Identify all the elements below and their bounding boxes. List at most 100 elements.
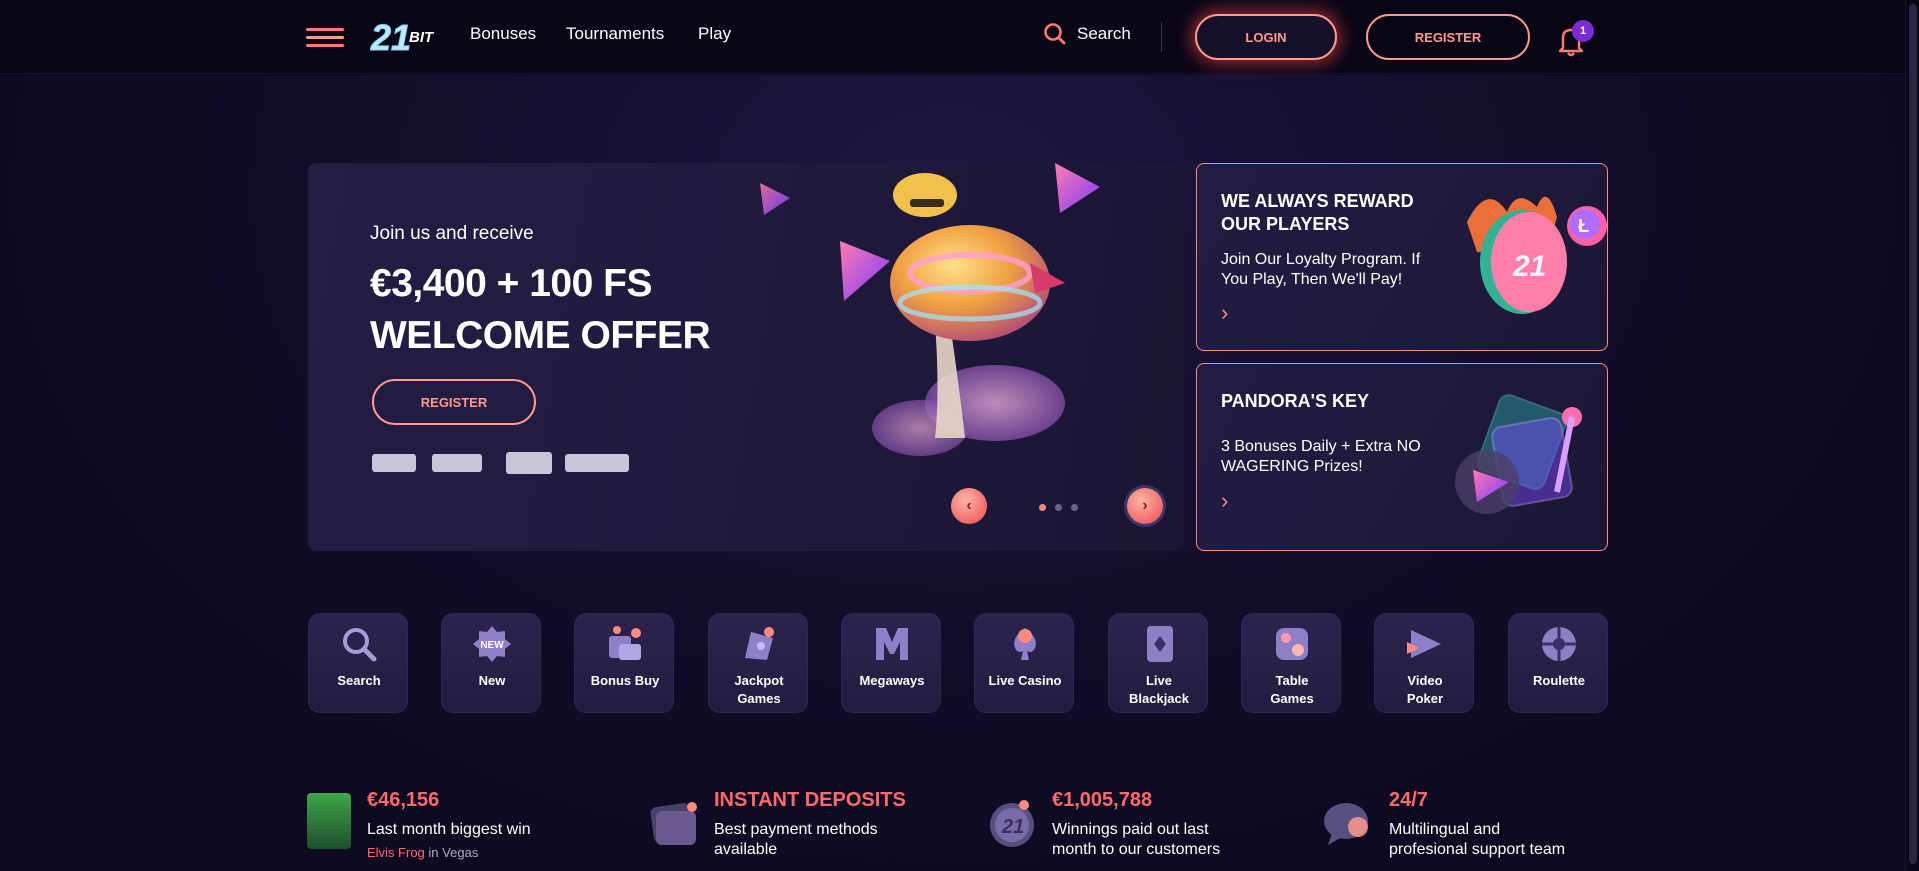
coin-icon: 21 (990, 800, 1034, 847)
dice-icon (1276, 628, 1308, 660)
category-label: Roulette (1533, 673, 1585, 688)
logo-mark: 21 BIT (370, 17, 436, 59)
stat-biggest-win-detail: Elvis Frog in Vegas (367, 845, 478, 860)
carousel-prev-button[interactable]: ‹ (951, 488, 987, 524)
category-label: Table Games (1242, 672, 1342, 708)
pandora-box-illustration (1455, 394, 1582, 514)
category-label: Live Blackjack (1109, 672, 1209, 708)
category-label-line: Games (1270, 691, 1314, 706)
category-jackpot-games[interactable]: Jackpot Games (708, 613, 808, 713)
chevron-right-icon: › (1221, 488, 1229, 513)
stat-line: Best payment methods (714, 821, 878, 838)
winner-in-word: in (428, 845, 439, 860)
category-label-line: Live (1145, 673, 1172, 688)
stat-instant-deposits-title: INSTANT DEPOSITS (714, 789, 906, 811)
roulette-icon (1542, 627, 1576, 661)
stat-winnings-paid-text: Winnings paid out last month to our cust… (1052, 820, 1220, 860)
svg-text:BIT: BIT (409, 29, 435, 46)
chevron-right-icon: › (1142, 497, 1148, 514)
header-divider (1161, 22, 1162, 52)
hero-kicker: Join us and receive (370, 223, 534, 244)
playing-card-icon (1147, 626, 1173, 662)
category-live-blackjack[interactable]: Live Blackjack (1108, 613, 1208, 713)
promo-title: PANDORA'S KEY (1221, 391, 1369, 411)
page-scrollbar[interactable] (1905, 0, 1919, 871)
category-table-games[interactable]: Table Games (1241, 613, 1341, 713)
stat-biggest-win-label: Last month biggest win (367, 821, 531, 838)
category-label-line: Blackjack (1129, 691, 1189, 706)
search-icon (343, 628, 377, 662)
nav-play[interactable]: Play (698, 24, 731, 44)
category-label: Jackpot Games (709, 672, 809, 708)
loyalty-coin-illustration: 21 Ł (1467, 196, 1607, 314)
jackpot-icon (745, 627, 774, 660)
new-badge-text: NEW (480, 640, 504, 651)
category-label-line: Games (737, 691, 781, 706)
carousel-dot-3[interactable] (1071, 504, 1078, 511)
stat-line: available (714, 841, 778, 858)
svg-text:21: 21 (1001, 816, 1024, 838)
search-button[interactable]: Search (1043, 22, 1131, 46)
payment-logo-1 (372, 454, 416, 472)
nav-bonuses[interactable]: Bonuses (470, 24, 536, 44)
hero-title-line-1: €3,400 + 100 FS (370, 262, 652, 305)
category-label: Megaways (859, 673, 925, 688)
game-thumbnail-icon[interactable] (307, 793, 351, 849)
svg-text:21: 21 (370, 17, 411, 58)
mascot-illustration (760, 163, 1100, 456)
hero-register-button[interactable]: REGISTER (372, 379, 536, 425)
register-button[interactable]: REGISTER (1366, 14, 1530, 60)
carousel-dot-2[interactable] (1055, 504, 1062, 511)
stat-support-title: 24/7 (1389, 789, 1428, 811)
hero-title: €3,400 + 100 FS WELCOME OFFER (370, 258, 711, 362)
search-icon (1044, 23, 1066, 45)
notifications-button[interactable]: 1 (1556, 20, 1596, 57)
login-button[interactable]: LOGIN (1195, 14, 1337, 60)
payment-logo-2 (432, 454, 482, 472)
category-video-poker[interactable]: Video Poker (1374, 613, 1474, 713)
megaways-icon (876, 628, 908, 660)
category-live-casino[interactable]: Live Casino (974, 613, 1074, 713)
nav-tournaments[interactable]: Tournaments (566, 24, 664, 44)
site-logo[interactable]: 21 BIT (369, 14, 447, 59)
category-new[interactable]: NEW New (441, 613, 541, 713)
search-label: Search (1077, 24, 1131, 43)
category-label: Live Casino (988, 673, 1062, 688)
category-megaways[interactable]: Megaways (841, 613, 941, 713)
svg-text:Ł: Ł (1578, 216, 1589, 236)
stat-biggest-win-amount: €46,156 (367, 789, 440, 811)
promo-title: WE ALWAYS REWARD OUR PLAYERS (1221, 191, 1414, 234)
category-search[interactable]: Search (308, 613, 408, 713)
payment-logo-3 (506, 452, 552, 474)
payment-logo-4 (565, 454, 629, 472)
winner-game-name: Vegas (442, 845, 479, 860)
notification-count-badge: 1 (1572, 20, 1594, 42)
winner-player-link[interactable]: Elvis Frog (367, 845, 425, 860)
category-label-line: Jackpot (734, 673, 784, 688)
hamburger-menu-icon[interactable] (306, 25, 346, 49)
carousel-next-button[interactable]: › (1127, 488, 1163, 524)
top-navigation-bar (0, 0, 1905, 74)
category-label: Search (337, 673, 381, 688)
stat-support-text: Multilingual and profesional support tea… (1389, 820, 1565, 860)
stat-line: month to our customers (1052, 841, 1221, 858)
category-bonus-buy[interactable]: Bonus Buy (574, 613, 674, 713)
category-roulette[interactable]: Roulette (1508, 613, 1608, 713)
category-label-line: Table (1275, 673, 1309, 688)
svg-text:21: 21 (1512, 250, 1546, 283)
category-label-line: Video (1407, 673, 1443, 688)
video-poker-icon (1407, 630, 1441, 658)
chevron-left-icon: ‹ (966, 497, 972, 514)
promo-card-pandoras-key[interactable]: PANDORA'S KEY 3 Bonuses Daily + Extra NO… (1196, 363, 1608, 551)
stat-instant-deposits-text: Best payment methods available (714, 820, 878, 860)
hero-banner: Join us and receive €3,400 + 100 FS WELC… (308, 163, 1184, 551)
scrollbar-thumb[interactable] (1909, 4, 1917, 864)
carousel-dot-1[interactable] (1039, 504, 1046, 511)
category-label: New (478, 673, 506, 688)
stat-line: Multilingual and (1389, 821, 1501, 838)
live-casino-icon (1014, 628, 1036, 660)
promo-text: 3 Bonuses Daily + Extra NO WAGERING Priz… (1221, 438, 1421, 475)
new-badge-icon: NEW (473, 626, 511, 662)
promo-text: Join Our Loyalty Program. If You Play, T… (1221, 251, 1421, 288)
promo-card-loyalty[interactable]: WE ALWAYS REWARD OUR PLAYERS Join Our Lo… (1196, 163, 1608, 351)
